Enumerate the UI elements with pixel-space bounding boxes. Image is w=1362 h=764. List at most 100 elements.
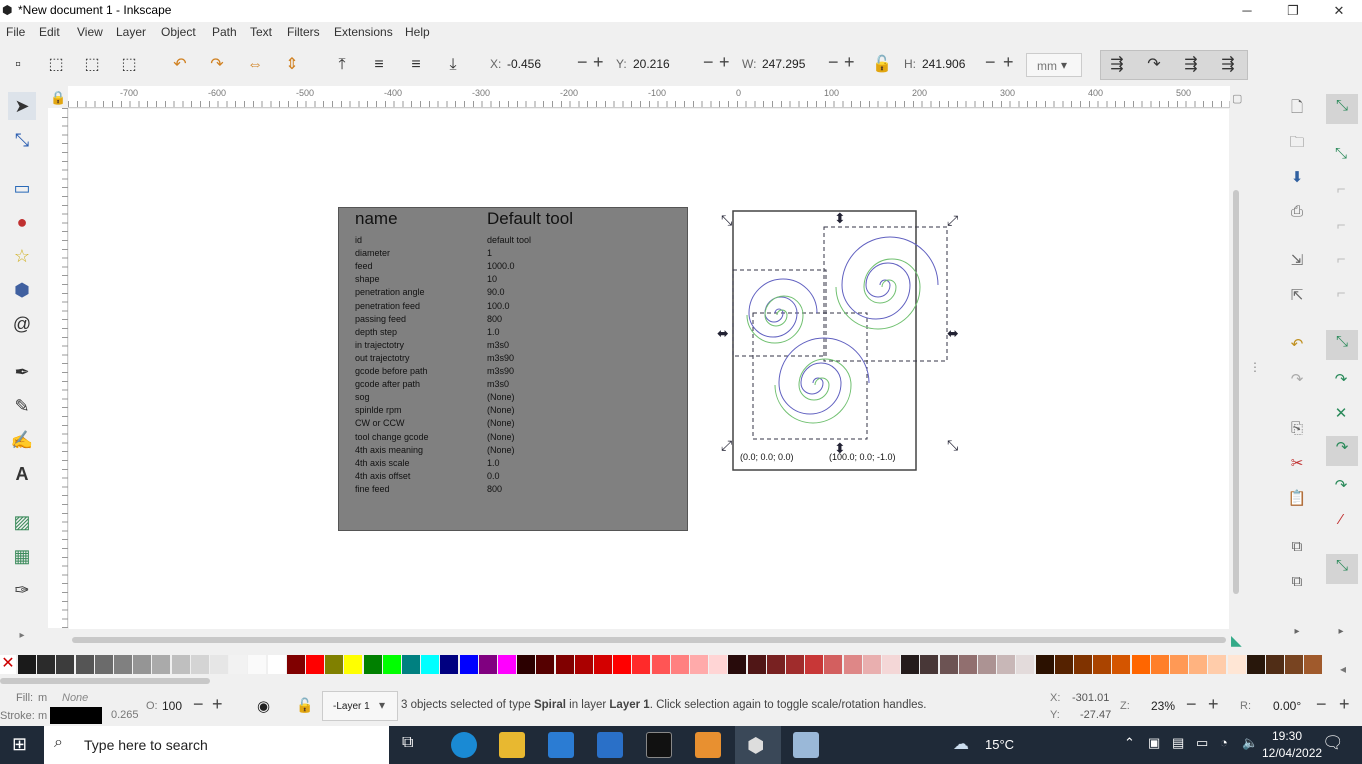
palette-swatch[interactable] [1246,655,1265,674]
clone-icon[interactable]: ⧉ [1282,570,1312,594]
snap-nodes-icon[interactable]: ⤡ [1326,330,1358,360]
palette-swatch[interactable] [267,655,286,674]
palette-swatch[interactable] [536,655,555,674]
palette-swatch[interactable] [18,655,36,674]
layer-visibility-icon[interactable]: ◉ [257,697,270,715]
palette-swatch[interactable] [1208,655,1227,674]
palette-swatch[interactable] [728,655,747,674]
palette-swatch[interactable] [1093,655,1112,674]
y-decrement[interactable]: − [703,52,714,73]
snap-enable-icon[interactable]: ⤡ [1326,94,1358,124]
x-decrement[interactable]: − [577,52,588,73]
palette-swatch[interactable] [632,655,651,674]
palette-swatch[interactable] [1074,655,1092,674]
palette-swatch[interactable] [901,655,920,674]
palette-swatch[interactable] [882,655,900,674]
snap-others-icon[interactable]: ⤡ [1326,554,1358,584]
rotate-increment[interactable]: + [1339,694,1350,715]
recording-icon[interactable]: ▤ [1172,735,1184,751]
spiral-group[interactable]: ⤡ ⬍ ⤢ ⬌ ⬌ ⤢ ⬍ ⤡ [715,205,970,477]
palette-swatch[interactable] [133,655,152,674]
palette-swatch[interactable] [286,655,305,674]
terminal-icon[interactable] [646,732,672,758]
palette-swatch[interactable] [190,655,209,674]
network-icon[interactable]: ◔ [1220,735,1228,750]
import-icon[interactable]: ⇲ [1282,249,1312,273]
palette-swatch[interactable] [1285,655,1304,674]
menu-help[interactable]: Help [405,25,430,39]
palette-swatch[interactable] [75,655,94,674]
copy-icon[interactable]: ⎘ [1282,417,1312,441]
raise-icon[interactable]: ≡ [367,53,391,77]
snap-intersections-icon[interactable]: ✕ [1326,402,1356,426]
scale-corners-icon[interactable]: ↷ [1142,53,1166,77]
lower-to-bottom-icon[interactable]: ⤓ [441,53,465,77]
palette-swatch[interactable] [94,655,113,674]
palette-swatch[interactable] [1227,655,1246,674]
lower-icon[interactable]: ≡ [404,53,428,77]
clock-date[interactable]: 12/04/2022 [1262,746,1322,760]
palette-swatch[interactable] [766,655,785,674]
dropper-tool-icon[interactable]: ✑ [8,576,36,604]
minimize-button[interactable]: ─ [1224,0,1270,22]
palette-swatch[interactable] [843,655,862,674]
paste-icon[interactable]: 📋 [1282,487,1312,511]
guide-lock-icon[interactable]: 🔒 [50,90,66,106]
menu-extensions[interactable]: Extensions [334,25,393,39]
select-all-layers-icon[interactable]: ⬚ [44,53,68,77]
palette-swatch[interactable] [862,655,881,674]
rotate-input[interactable]: 0.00° [1273,699,1301,713]
palette-swatch[interactable] [1016,655,1035,674]
y-input[interactable]: 20.216 [629,53,699,77]
fill-none[interactable]: None [62,692,88,704]
menu-text[interactable]: Text [250,25,272,39]
palette-swatch[interactable] [517,655,536,674]
palette-swatch[interactable] [478,655,497,674]
menu-path[interactable]: Path [212,25,237,39]
palette-swatch[interactable] [440,655,459,674]
x-input[interactable]: -0.456 [503,53,573,77]
x-increment[interactable]: + [593,52,604,73]
unit-select[interactable]: mm ▾ [1026,53,1082,77]
palette-swatch[interactable] [920,655,939,674]
menu-file[interactable]: File [6,25,25,39]
palette-swatch[interactable] [1150,655,1169,674]
rectangle-tool-icon[interactable]: ▭ [8,174,36,202]
menu-layer[interactable]: Layer [116,25,146,39]
file-explorer-icon[interactable] [499,732,525,758]
panel-grip-icon[interactable]: ⋮ [1249,360,1261,374]
palette-swatch[interactable] [171,655,190,674]
color-manage-icon[interactable]: ◣ [1231,632,1242,649]
commands-expand-icon[interactable]: ▸ [1282,620,1312,644]
volume-icon[interactable]: 🔈 [1242,735,1258,751]
palette-swatch[interactable] [325,655,344,674]
weather-icon[interactable]: ☁ [953,734,969,754]
palette-swatch[interactable] [651,655,670,674]
task-view-icon[interactable]: ⧉ [402,734,413,752]
windows-start-icon[interactable]: ⊞ [12,734,27,755]
palette-swatch[interactable] [670,655,689,674]
ellipse-tool-icon[interactable]: ● [8,208,36,236]
meet-now-icon[interactable]: ▣ [1148,735,1160,751]
app-icon[interactable] [695,732,721,758]
snap-expand-icon[interactable]: ▸ [1326,620,1356,644]
palette-swatch[interactable] [306,655,324,674]
palette-menu-icon[interactable]: ◂ [1340,662,1346,676]
palette-swatch[interactable] [382,655,401,674]
star-tool-icon[interactable]: ☆ [8,242,36,270]
save-icon[interactable]: ⬇ [1282,166,1312,190]
palette-swatch[interactable] [37,655,56,674]
stroke-width[interactable]: 0.265 [111,709,139,721]
undo-icon[interactable]: ↶ [1282,333,1312,357]
stroke-swatch[interactable] [50,707,102,724]
3d-box-tool-icon[interactable]: ⬢ [8,276,36,304]
h-increment[interactable]: + [1003,52,1014,73]
palette-swatch[interactable] [594,655,612,674]
zoom-input[interactable]: 23% [1151,699,1175,713]
notepad-icon[interactable] [793,732,819,758]
calligraphy-tool-icon[interactable]: ✍ [8,426,36,454]
palette-swatch[interactable] [344,655,363,674]
palette-swatch[interactable] [1304,655,1323,674]
cut-icon[interactable]: ✂ [1282,452,1312,476]
snap-smooth-icon[interactable]: ↷ [1326,474,1356,498]
